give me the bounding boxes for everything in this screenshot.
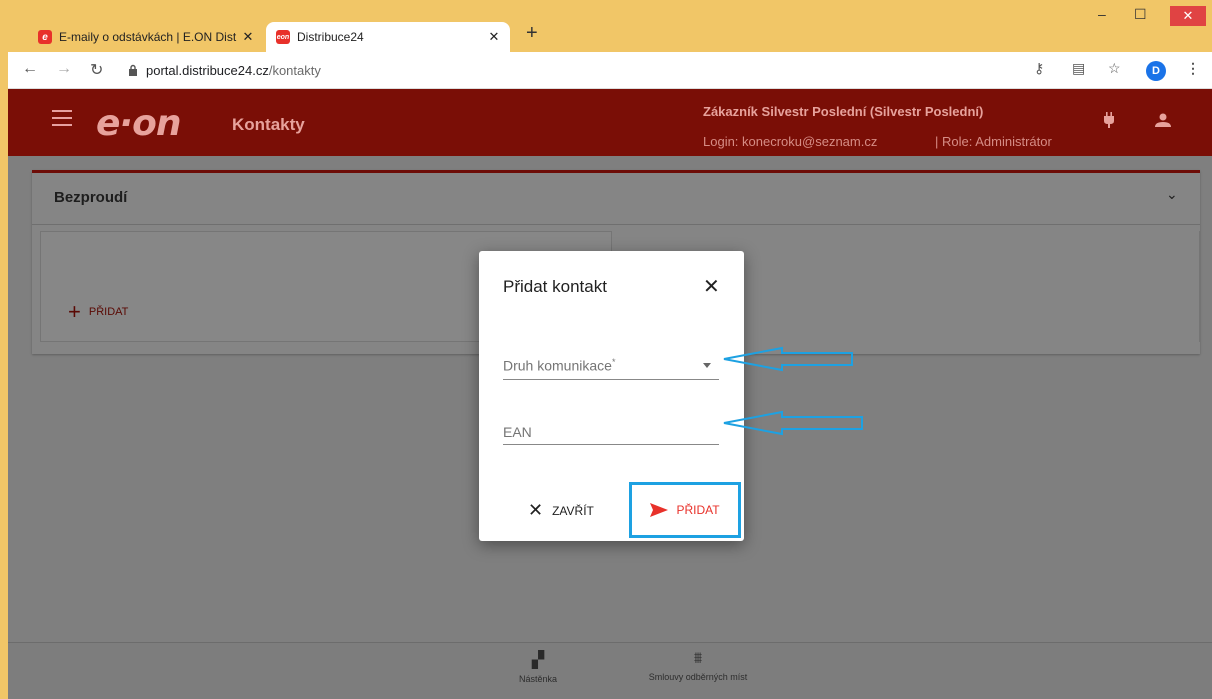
send-icon — [650, 503, 669, 517]
close-icon[interactable]: ✕ — [703, 274, 720, 299]
communication-type-select[interactable]: Druh komunikace* — [503, 343, 719, 380]
user-icon[interactable] — [1155, 113, 1171, 127]
card-title: Bezproudí — [54, 189, 128, 206]
back-icon[interactable]: ← — [22, 60, 38, 78]
add-contact-button[interactable]: + PŘIDAT — [68, 299, 129, 324]
lock-icon — [129, 64, 137, 76]
nav-label: Nástěnka — [518, 674, 558, 684]
dashboard-icon: ▞ — [531, 652, 545, 669]
role-info: | Role: Administrátor — [935, 134, 1052, 149]
eon-small-logo-icon: eon — [276, 30, 290, 44]
browser-tab-emails[interactable]: e E-maily o odstávkách | E.ON Dist ✕ — [28, 22, 264, 52]
tab-title: E-maily o odstávkách | E.ON Dist — [59, 30, 237, 44]
ean-field[interactable]: EAN — [503, 410, 719, 445]
forward-icon[interactable]: → — [56, 60, 72, 78]
dropdown-arrow-icon — [703, 363, 711, 368]
eon-red-icon: e — [38, 30, 52, 44]
nav-label: Smlouvy odběrných míst — [648, 672, 748, 682]
close-tab-icon[interactable]: ✕ — [240, 29, 256, 45]
translate-icon[interactable]: ▤ — [1072, 60, 1085, 77]
url-path: /kontakty — [268, 62, 321, 78]
field-label: EAN — [503, 424, 532, 440]
chevron-down-icon[interactable]: ⌄ — [1166, 186, 1178, 203]
bottom-navigation — [8, 642, 1212, 699]
dialog-title: Přidat kontakt — [503, 277, 607, 296]
tab-title: Distribuce24 — [297, 30, 364, 44]
new-tab-button[interactable]: + — [526, 22, 538, 45]
reload-icon[interactable]: ↻ — [90, 60, 103, 80]
customer-name: Silvestr Poslední (Silvestr Poslední) — [761, 104, 984, 119]
annotation-arrow-icon — [723, 346, 853, 372]
close-icon: ✕ — [528, 500, 544, 520]
nav-item-nastenka[interactable]: ▞ Nástěnka — [468, 650, 608, 684]
plus-icon: + — [68, 299, 81, 324]
menu-dots-icon[interactable]: ⋮ — [1186, 60, 1200, 77]
annotation-arrow-icon — [723, 410, 863, 436]
bookmark-star-icon[interactable]: ☆ — [1108, 60, 1121, 77]
profile-avatar[interactable]: D — [1146, 61, 1166, 81]
minimize-icon[interactable]: – — [1098, 6, 1106, 22]
submit-label: PŘIDAT — [676, 503, 720, 517]
eon-logo[interactable]: e·on — [96, 103, 181, 144]
close-tab-icon[interactable]: ✕ — [486, 29, 502, 45]
submit-add-button[interactable]: PŘIDAT — [629, 482, 741, 538]
add-label: PŘIDAT — [88, 306, 129, 318]
divider — [32, 224, 1200, 225]
field-label: Druh komunikace* — [503, 357, 616, 374]
maximize-icon[interactable]: ☐ — [1134, 6, 1147, 23]
window-close-icon[interactable]: ✕ — [1170, 6, 1206, 26]
hamburger-menu-icon[interactable] — [52, 110, 72, 126]
key-icon[interactable]: ⚷ — [1034, 60, 1044, 77]
browser-tab-distribuce24[interactable]: eon Distribuce24 ✕ — [266, 22, 510, 52]
customer-label: Zákazník — [703, 104, 758, 119]
url-host: portal.distribuce24.cz — [146, 62, 269, 78]
url-field[interactable]: portal.distribuce24.cz/kontakty — [128, 58, 1028, 82]
page-title: Kontakty — [232, 115, 305, 134]
meters-icon: ⩩ — [693, 650, 703, 667]
login-info: Login: konecroku@seznam.cz — [703, 134, 878, 149]
close-button[interactable]: ✕ ZAVŘÍT — [528, 500, 594, 521]
plug-icon[interactable] — [1104, 112, 1114, 128]
nav-item-smlouvy[interactable]: ⩩ Smlouvy odběrných míst — [628, 650, 768, 682]
close-label: ZAVŘÍT — [552, 503, 594, 518]
customer-info: Zákazník Silvestr Poslední (Silvestr Pos… — [703, 104, 983, 119]
